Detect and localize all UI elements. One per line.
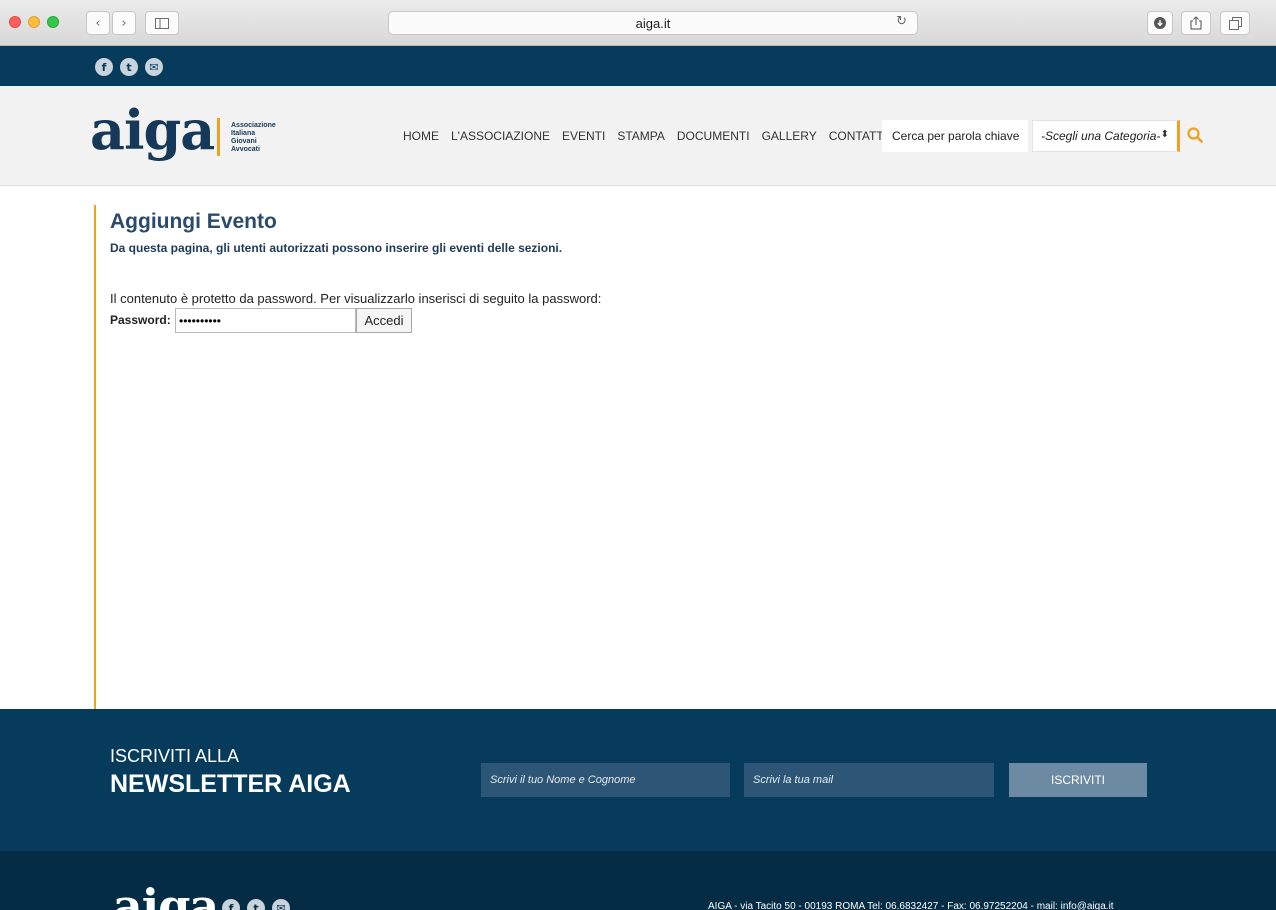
top-social-bar: f t ✉ (0, 46, 1276, 86)
facebook-icon[interactable]: f (95, 58, 113, 76)
nav-contatti[interactable]: CONTATTI (829, 129, 887, 143)
nav-gallery[interactable]: GALLERY (762, 129, 817, 143)
back-button[interactable]: ‹ (86, 11, 110, 35)
nav-eventi[interactable]: EVENTI (562, 129, 605, 143)
nav-documenti[interactable]: DOCUMENTI (677, 129, 750, 143)
site-footer: aiga f t ✉ AIGA - via Tacito 50 - 00193 … (0, 851, 1276, 910)
nav-associazione[interactable]: L'ASSOCIAZIONE (451, 129, 550, 143)
reload-icon[interactable]: ↻ (896, 14, 907, 29)
sidebar-icon (155, 17, 169, 29)
browser-toolbar: ‹ › aiga.it ↻ (0, 0, 1276, 46)
twitter-icon[interactable]: t (120, 58, 138, 76)
category-selected-value: -Scegli una Categoria- (1041, 129, 1161, 143)
newsletter-subscribe-button[interactable]: ISCRIVITI (1009, 763, 1147, 797)
newsletter-name-input[interactable] (481, 763, 730, 797)
footer-facebook-icon[interactable]: f (222, 899, 240, 910)
password-input[interactable] (175, 308, 356, 333)
logo-divider (217, 118, 220, 156)
forward-button[interactable]: › (112, 11, 136, 35)
download-icon (1154, 17, 1166, 29)
nav-stampa[interactable]: STAMPA (617, 129, 665, 143)
footer-twitter-icon[interactable]: t (247, 899, 265, 910)
newsletter-heading-line2: NEWSLETTER AIGA (110, 770, 351, 798)
close-window-button[interactable] (9, 16, 21, 28)
downloads-button[interactable] (1147, 11, 1173, 35)
page-title: Aggiungi Evento (110, 210, 277, 233)
login-button[interactable]: Accedi (356, 308, 412, 333)
site-header: aiga Associazione Italiana Giovani Avvoc… (0, 86, 1276, 186)
chevron-left-icon: ‹ (95, 15, 101, 31)
sidebar-toggle-button[interactable] (145, 11, 179, 35)
nav-home[interactable]: HOME (403, 129, 439, 143)
mail-icon[interactable]: ✉ (145, 58, 163, 76)
url-text: aiga.it (635, 16, 671, 31)
footer-contact-info: AIGA - via Tacito 50 - 00193 ROMA Tel: 0… (708, 901, 1114, 910)
password-protected-message: Il contenuto è protetto da password. Per… (110, 291, 602, 306)
newsletter-email-input[interactable] (744, 763, 994, 797)
chevron-right-icon: › (121, 15, 127, 31)
category-select[interactable]: -Scegli una Categoria- ⬍ (1032, 120, 1180, 152)
keyword-search-input[interactable] (882, 120, 1028, 152)
page-subtitle: Da questa pagina, gli utenti autorizzati… (110, 241, 563, 255)
search-icon[interactable] (1187, 127, 1203, 143)
minimize-window-button[interactable] (28, 16, 40, 28)
footer-mail-icon[interactable]: ✉ (272, 899, 290, 910)
footer-aiga-logo[interactable]: aiga (113, 879, 219, 910)
tabs-icon (1228, 16, 1242, 30)
aiga-logo[interactable]: aiga (90, 98, 215, 162)
share-icon (1190, 16, 1202, 30)
logo-subtitle: Associazione Italiana Giovani Avvocati (231, 122, 276, 153)
address-bar[interactable]: aiga.it ↻ (388, 11, 918, 35)
select-arrows-icon: ⬍ (1160, 129, 1169, 140)
content-accent-line (94, 205, 96, 709)
password-label: Password: (110, 313, 171, 327)
tabs-overview-button[interactable] (1220, 11, 1250, 35)
newsletter-section: ISCRIVITI ALLA NEWSLETTER AIGA ISCRIVITI (0, 709, 1276, 851)
zoom-window-button[interactable] (47, 16, 59, 28)
share-button[interactable] (1181, 11, 1211, 35)
newsletter-heading-line1: ISCRIVITI ALLA (110, 746, 240, 766)
main-nav: HOME L'ASSOCIAZIONE EVENTI STAMPA DOCUME… (403, 129, 899, 143)
